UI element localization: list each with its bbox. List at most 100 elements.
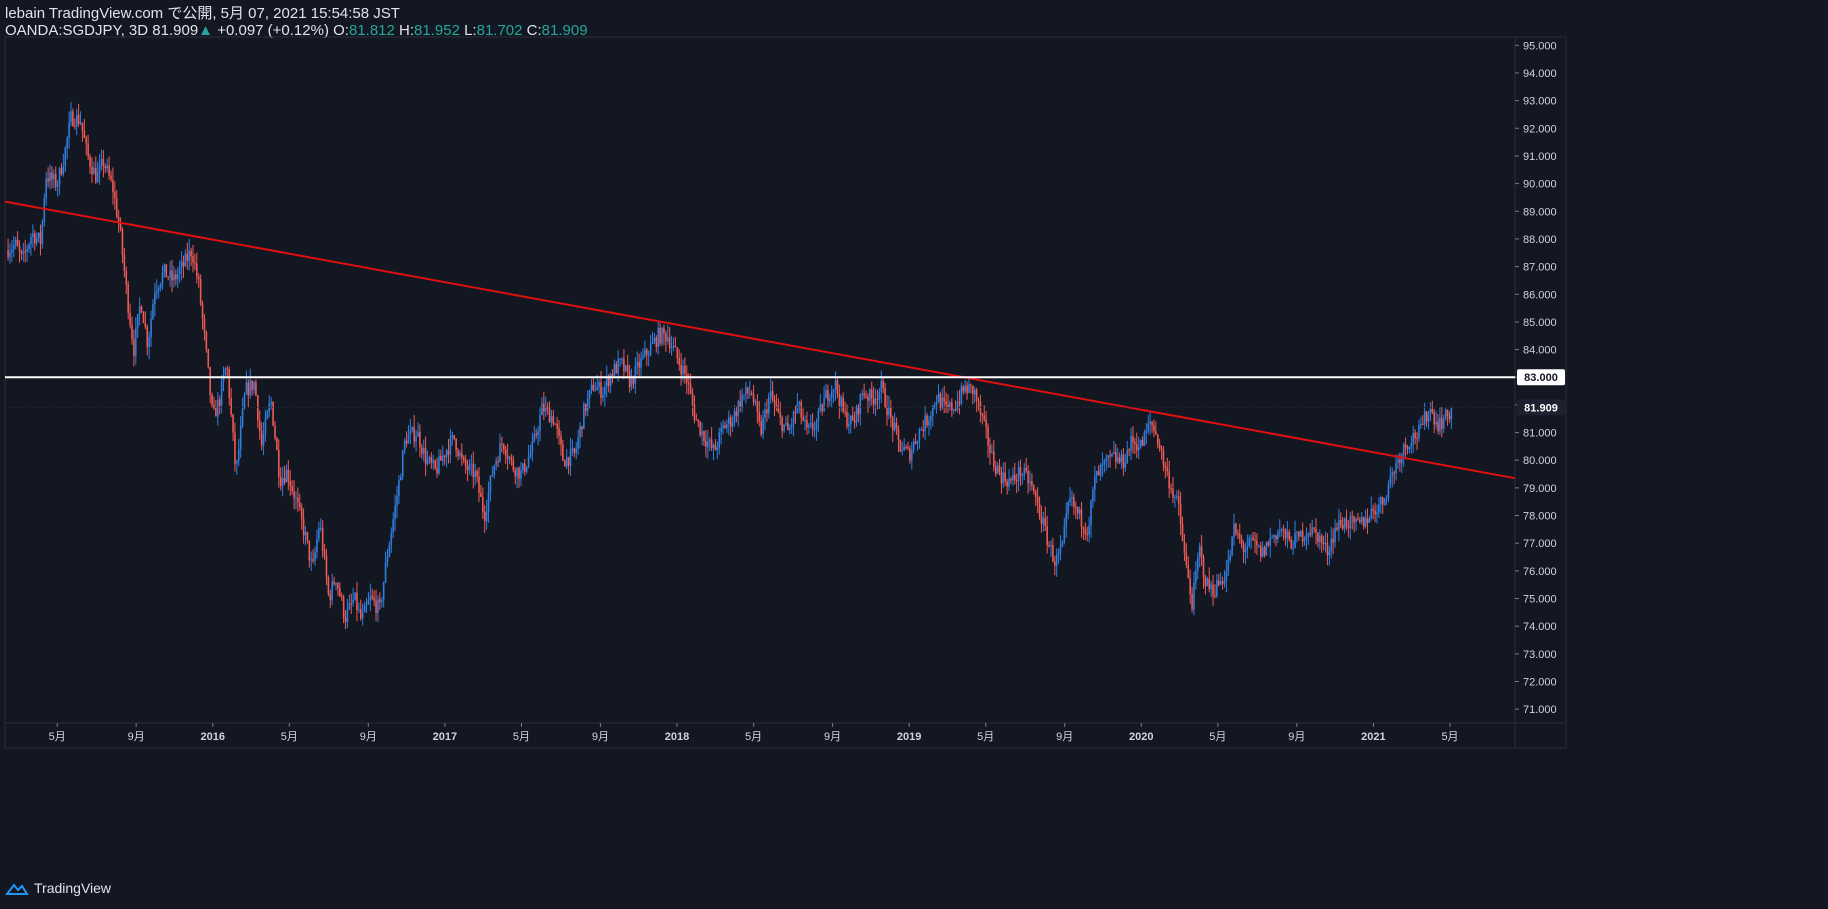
candle-body xyxy=(428,457,431,460)
candle-body xyxy=(522,463,524,471)
candle-body xyxy=(895,422,898,429)
candle-body xyxy=(604,386,606,395)
candle-body xyxy=(73,125,76,127)
candle-body xyxy=(1094,475,1096,490)
candle-body xyxy=(855,406,858,423)
candle-body xyxy=(1195,570,1197,583)
candle-body xyxy=(1339,519,1342,526)
candle-body xyxy=(232,414,234,433)
candle-body xyxy=(136,314,139,329)
candle-body xyxy=(47,178,49,182)
y-tick-label: 72.000 xyxy=(1523,677,1557,689)
candle-body xyxy=(910,450,913,461)
candle-body xyxy=(779,412,782,418)
candle-body xyxy=(1170,488,1172,490)
candle-body xyxy=(527,457,530,467)
candle-body xyxy=(70,111,72,123)
candle-body xyxy=(161,272,164,284)
candle-body xyxy=(1225,571,1228,582)
candle-body xyxy=(520,470,522,479)
candle-body xyxy=(51,172,53,180)
candle-body xyxy=(1229,555,1232,561)
candle-body xyxy=(766,409,768,414)
candle-body xyxy=(1319,535,1321,543)
candle-body xyxy=(1013,474,1016,480)
candle-body xyxy=(642,355,644,358)
candle-body xyxy=(827,389,829,401)
candle-body xyxy=(1248,538,1251,547)
candle-body xyxy=(285,469,288,483)
candle-body xyxy=(218,399,221,406)
candle-body xyxy=(1328,551,1331,556)
candle-body xyxy=(567,457,570,466)
candle-body xyxy=(1084,529,1087,534)
candle-body xyxy=(834,380,837,390)
candle-body xyxy=(388,544,391,557)
price-chart[interactable]: 95.000 94.000 93.000 92.000 91.000 90.000 89.0… xyxy=(0,0,1828,909)
candle-body xyxy=(897,428,900,440)
candle-body xyxy=(880,380,883,392)
candle-body xyxy=(550,416,553,423)
candle-body xyxy=(1446,409,1449,417)
candle-body xyxy=(596,386,599,391)
candle-body xyxy=(1135,444,1138,451)
candle-body xyxy=(1095,470,1098,476)
candle-body xyxy=(806,420,808,428)
candle-body xyxy=(154,292,156,305)
candle-body xyxy=(754,401,757,403)
candle-body xyxy=(1208,578,1211,590)
candle-body xyxy=(1387,484,1390,499)
candle-body xyxy=(747,387,749,394)
candle-body xyxy=(1132,436,1134,443)
candle-body xyxy=(1076,507,1079,514)
candle-body xyxy=(209,367,211,395)
candle-body xyxy=(1063,526,1066,542)
candle-body xyxy=(468,464,471,471)
candle-body xyxy=(140,306,143,313)
candle-body xyxy=(893,422,896,431)
candle-body xyxy=(377,599,379,613)
candle-body xyxy=(335,583,337,585)
candle-body xyxy=(1240,538,1243,545)
candle-body xyxy=(110,175,112,180)
candle-body xyxy=(495,461,497,466)
candle-body xyxy=(548,408,551,423)
candle-body xyxy=(371,595,374,598)
candle-body xyxy=(121,229,124,255)
candle-body xyxy=(727,417,730,425)
candle-body xyxy=(563,460,566,467)
candle-body xyxy=(1374,510,1376,515)
candle-body xyxy=(165,264,168,278)
x-tick-label: 2020 xyxy=(1129,731,1153,743)
candle-body xyxy=(337,583,339,588)
candle-body xyxy=(951,402,953,411)
candle-body xyxy=(176,273,179,280)
candle-body xyxy=(508,457,511,459)
candle-body xyxy=(1416,437,1418,439)
candle-body xyxy=(623,358,625,372)
candle-body xyxy=(1073,497,1075,507)
candle-body xyxy=(184,253,187,267)
candle-body xyxy=(1023,467,1026,476)
candle-body xyxy=(72,111,74,126)
candle-body xyxy=(870,389,873,399)
candle-body xyxy=(638,362,640,368)
candle-body xyxy=(331,581,333,601)
candle-body xyxy=(659,328,661,344)
candle-body xyxy=(93,167,95,175)
candle-body xyxy=(96,172,99,183)
tradingview-logo[interactable]: TradingView xyxy=(5,880,111,896)
candle-body xyxy=(1019,467,1022,476)
candle-body xyxy=(237,449,240,462)
candle-body xyxy=(129,312,131,325)
candle-body xyxy=(760,421,762,435)
candle-body xyxy=(798,401,801,404)
candle-body xyxy=(211,394,213,406)
candle-body xyxy=(394,505,396,520)
candle-body xyxy=(201,303,204,319)
candle-body xyxy=(451,435,454,438)
candle-body xyxy=(947,404,949,408)
candle-body xyxy=(609,374,612,387)
candle-body xyxy=(436,468,438,474)
candle-body xyxy=(447,450,450,455)
